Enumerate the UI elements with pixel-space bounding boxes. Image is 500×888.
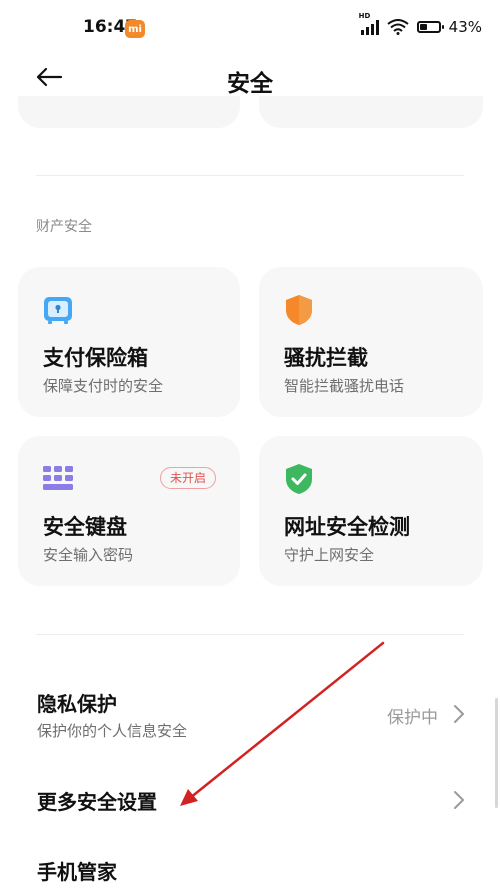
card-secure-keyboard[interactable]: 未开启 安全键盘 安全输入密码: [18, 436, 240, 586]
battery-percent: 43%: [448, 18, 482, 36]
card-subtitle: 安全输入密码: [43, 546, 134, 564]
card-payment-safe[interactable]: 支付保险箱 保障支付时的安全: [18, 267, 240, 417]
row-more-security[interactable]: 更多安全设置: [0, 770, 500, 832]
row-title: 手机管家: [37, 860, 117, 884]
card-stub-left: [18, 96, 240, 128]
divider: [36, 175, 464, 176]
row-value: 保护中: [387, 708, 438, 728]
mi-app-badge: mi: [125, 20, 145, 38]
battery-icon: [416, 21, 444, 33]
scrollbar[interactable]: [495, 698, 498, 808]
safe-box-icon: [44, 297, 72, 324]
card-title: 支付保险箱: [43, 346, 148, 370]
row-subtitle: 保护你的个人信息安全: [37, 722, 188, 740]
card-subtitle: 保障支付时的安全: [43, 377, 164, 395]
status-bar: 16:47 mi HD 43%: [0, 0, 500, 56]
section-label: 财产安全: [36, 219, 92, 235]
card-title: 安全键盘: [43, 515, 127, 539]
card-url-check[interactable]: 网址安全检测 守护上网安全: [259, 436, 483, 586]
divider: [36, 634, 464, 635]
chevron-right-icon: [454, 705, 464, 723]
card-title: 网址安全检测: [284, 515, 410, 539]
page-title: 安全: [227, 71, 273, 97]
green-shield-check-icon: [286, 464, 312, 494]
orange-shield-icon: [286, 295, 312, 325]
keyboard-grid-icon: [43, 466, 73, 490]
card-stub-right: [259, 96, 483, 128]
signal-icon: HD: [359, 12, 379, 35]
card-subtitle: 守护上网安全: [284, 546, 375, 564]
row-title: 隐私保护: [37, 692, 117, 716]
row-title: 更多安全设置: [37, 790, 157, 814]
wifi-icon: [387, 19, 409, 35]
row-privacy[interactable]: 隐私保护 保护你的个人信息安全 保护中: [0, 670, 500, 754]
card-spam-block[interactable]: 骚扰拦截 智能拦截骚扰电话: [259, 267, 483, 417]
row-phone-manager[interactable]: 手机管家: [0, 848, 500, 888]
card-title: 骚扰拦截: [284, 346, 368, 370]
status-badge: 未开启: [159, 467, 216, 489]
network-label: HD: [358, 12, 371, 20]
card-subtitle: 智能拦截骚扰电话: [284, 377, 405, 395]
status-icons: HD 43%: [359, 12, 482, 36]
chevron-right-icon: [454, 791, 464, 809]
